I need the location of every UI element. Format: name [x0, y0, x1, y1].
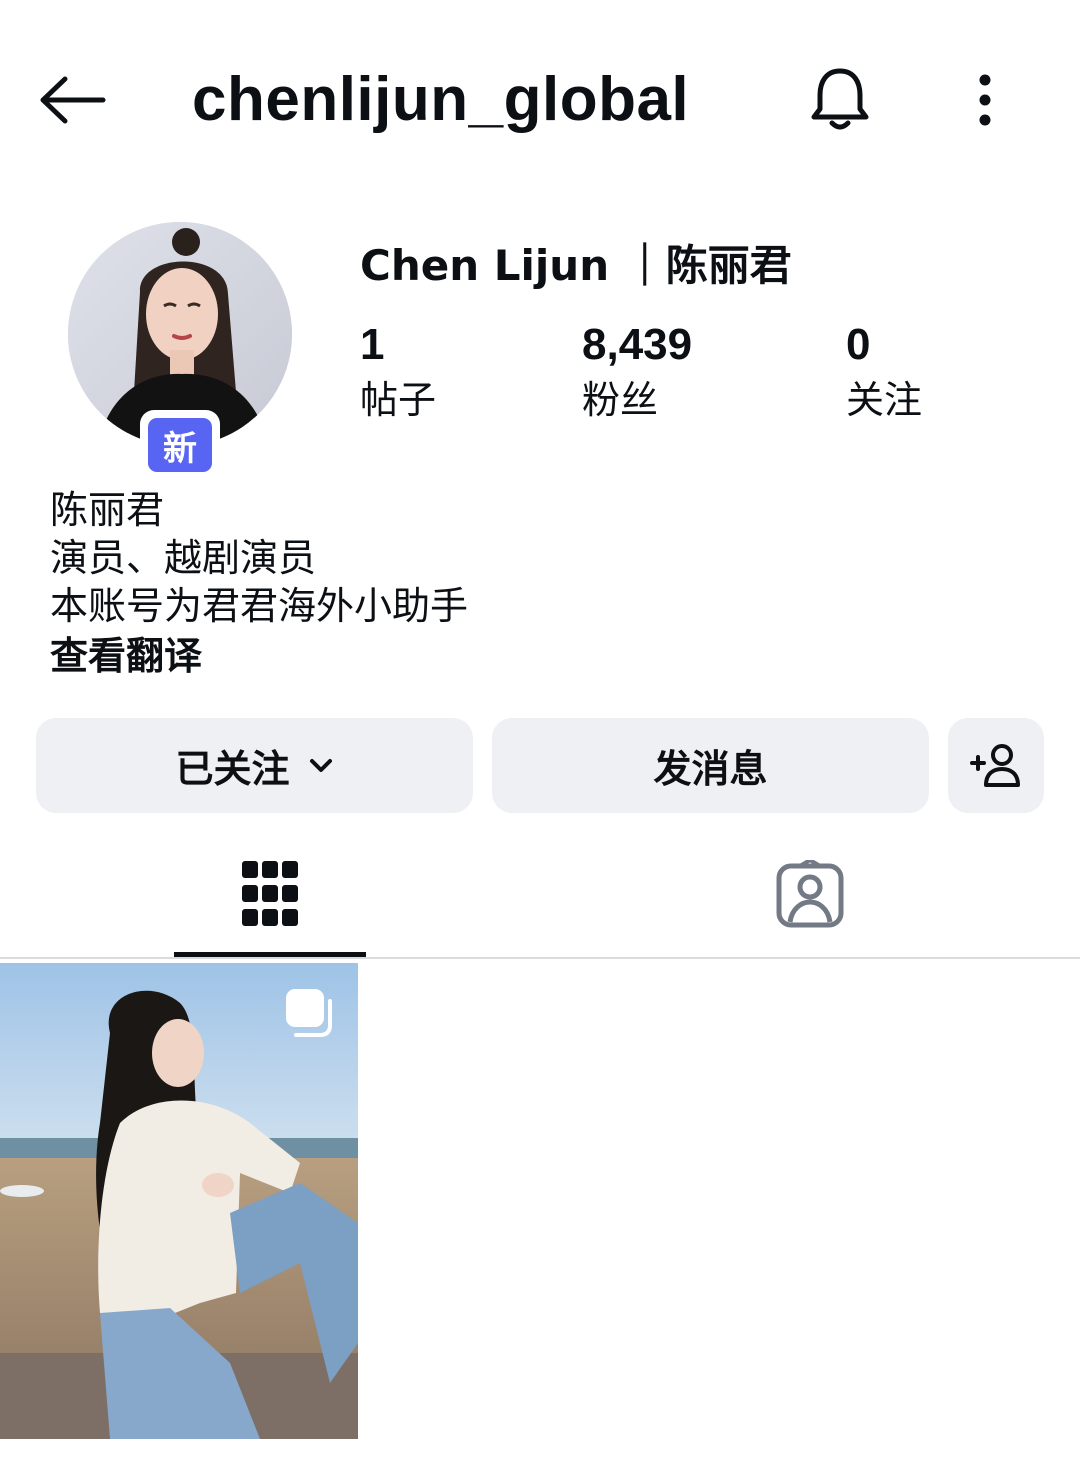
- profile-username-title: chenlijun_global: [192, 65, 690, 134]
- following-count-stat[interactable]: 0 关注: [846, 318, 922, 428]
- followers-count: 8,439: [582, 320, 693, 369]
- profile-bio: 陈丽君 演员、越剧演员 本账号为君君海外小助手 查看翻译: [50, 486, 1030, 682]
- back-button[interactable]: [30, 62, 114, 138]
- bio-line: 本账号为君君海外小助手: [50, 584, 469, 628]
- grid-icon: [242, 861, 298, 926]
- bio-line: 陈丽君: [50, 488, 165, 532]
- message-button-label: 发消息: [653, 747, 768, 791]
- back-arrow-icon: [40, 76, 106, 124]
- notifications-button[interactable]: [800, 58, 880, 142]
- following-label: 关注: [846, 378, 923, 422]
- bell-icon: [811, 68, 869, 130]
- tab-posts-grid[interactable]: [174, 830, 366, 958]
- bio-line: 演员、越剧演员: [50, 536, 317, 580]
- message-button[interactable]: 发消息: [492, 718, 929, 813]
- posts-count-stat[interactable]: 1 帖子: [360, 318, 436, 428]
- add-user-icon: [970, 743, 1020, 787]
- more-vertical-icon: [979, 74, 991, 126]
- tab-tagged[interactable]: [714, 830, 906, 958]
- multiple-images-icon: [282, 985, 336, 1039]
- new-badge-label: 新: [148, 418, 212, 472]
- more-options-button[interactable]: [958, 62, 1012, 138]
- chevron-down-icon: [308, 757, 334, 775]
- following-button-label: 已关注: [175, 747, 290, 791]
- new-badge: 新: [140, 410, 220, 480]
- posts-count: 1: [360, 320, 385, 369]
- suggest-users-button[interactable]: [948, 718, 1044, 813]
- following-button[interactable]: 已关注: [36, 718, 473, 813]
- see-translation-link[interactable]: 查看翻译: [50, 630, 1030, 682]
- tab-divider: [0, 957, 1080, 959]
- profile-full-name: Chen Lijun ｜陈丽君: [360, 241, 792, 290]
- followers-count-stat[interactable]: 8,439 粉丝: [582, 318, 692, 428]
- followers-label: 粉丝: [582, 378, 659, 422]
- following-count: 0: [846, 320, 871, 369]
- post-thumbnail[interactable]: [0, 963, 358, 1439]
- posts-label: 帖子: [360, 378, 437, 422]
- tagged-person-icon: [776, 860, 844, 928]
